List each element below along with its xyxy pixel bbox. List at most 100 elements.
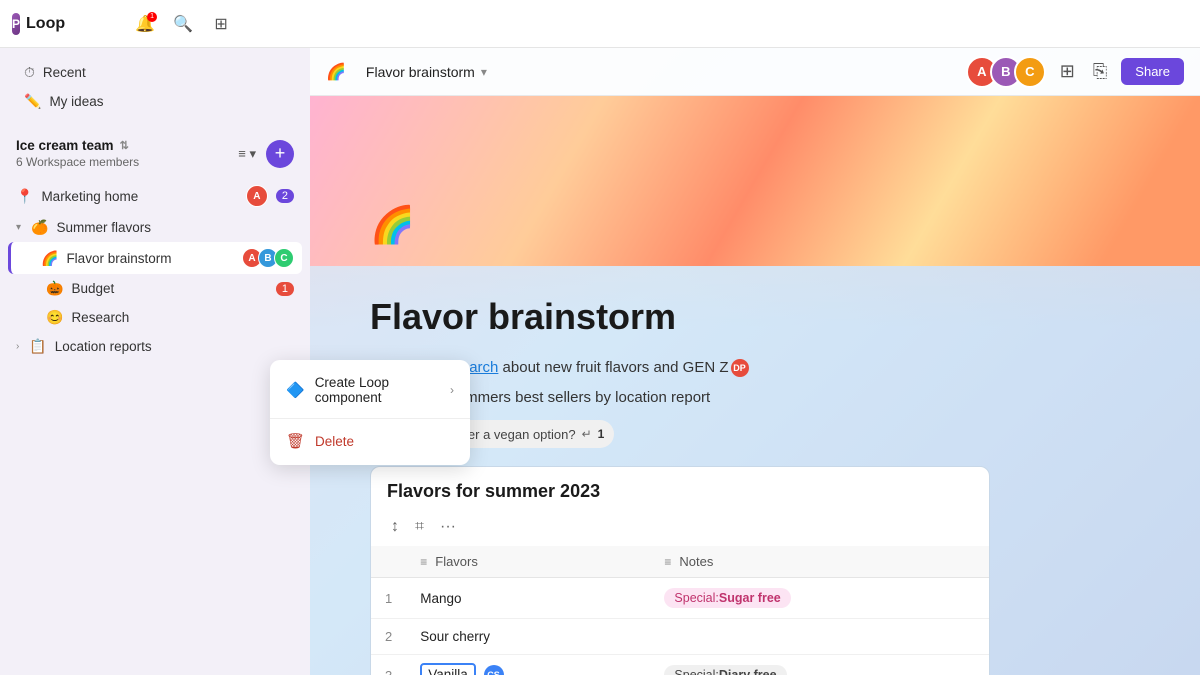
context-menu-divider	[270, 418, 310, 419]
location-reports-icon: 📋	[29, 338, 46, 355]
sidebar-item-location-reports[interactable]: › 📋 Location reports	[8, 332, 302, 361]
marketing-home-icon: 📍	[16, 188, 33, 205]
ideas-icon: ✏️	[24, 93, 41, 110]
flavor-brainstorm-label: Flavor brainstorm	[66, 251, 238, 266]
rainbow-favicon: 🌈	[326, 62, 346, 82]
doc-description-2: 2021, 2022 summers best sellers by locat…	[370, 386, 1140, 410]
workspace-section: Ice cream team ⇅ 6 Workspace members ≡ ▾…	[0, 126, 310, 175]
workspace-actions: ≡ ▾ +	[234, 140, 294, 168]
sidebar-item-summer-flavors[interactable]: ▾ 🍊 Summer flavors	[8, 213, 302, 242]
sort-btn[interactable]: ↕	[387, 516, 403, 538]
workspace-member-count: 6 Workspace members	[16, 155, 139, 169]
summer-flavors-icon: 🍊	[31, 219, 48, 236]
table-controls: ↕ ⌗ ···	[371, 516, 989, 546]
workspace-sort-icon: ⇅	[120, 139, 129, 152]
row-2-num: 2	[371, 619, 406, 655]
cs-avatar: CS	[484, 665, 504, 675]
row-2-note	[650, 619, 989, 655]
notification-badge: 1	[147, 12, 157, 22]
grid-icon[interactable]: ⊞	[207, 10, 235, 38]
row-1-note: Special: Sugar free	[650, 578, 989, 619]
app-name: Loop	[26, 15, 65, 33]
doc-content: Flavor brainstorm Marketing research abo…	[310, 266, 1200, 675]
sidebar-item-budget[interactable]: 🎃 Budget 1	[8, 274, 302, 303]
main-layout: ⏱ Recent ✏️ My ideas Ice cream team ⇅ 6 …	[0, 48, 1200, 675]
marketing-home-avatar: A	[246, 185, 268, 207]
budget-label: Budget	[71, 281, 267, 296]
sidebar-item-recent-label: Recent	[43, 65, 86, 80]
row-3-tag-value: Diary free	[719, 668, 777, 675]
workspace-header: Ice cream team ⇅ 6 Workspace members ≡ ▾…	[16, 138, 294, 169]
budget-badge: 1	[276, 282, 294, 296]
sidebar-item-research[interactable]: 😊 Research	[8, 303, 302, 332]
flavor-brainstorm-icon: 🌈	[41, 250, 58, 267]
doc-title-button[interactable]: Flavor brainstorm ▾	[358, 60, 495, 84]
table-header: Flavors for summer 2023	[371, 467, 989, 510]
col-notes-label: Notes	[679, 554, 713, 569]
table-header-row: ≡ Flavors ≡ Notes	[371, 546, 989, 578]
row-3-num: 3	[371, 655, 406, 675]
summer-flavors-arrow: ▾	[16, 222, 21, 233]
table-row: 2 Sour cherry	[371, 619, 989, 655]
row-3-note: Special: Diary free	[650, 655, 989, 675]
table-row: 3 Vanilla CS Special: Diary free	[371, 655, 989, 675]
sidebar-item-flavor-brainstorm[interactable]: 🌈 Flavor brainstorm A B C	[8, 242, 302, 274]
location-reports-label: Location reports	[55, 339, 294, 354]
doc-description-1: Marketing research about new fruit flavo…	[370, 356, 1140, 380]
flavors-col-icon: ≡	[420, 555, 427, 569]
sidebar-item-recent[interactable]: ⏱ Recent	[16, 58, 294, 87]
sidebar-item-ideas-label: My ideas	[49, 94, 103, 109]
context-menu-delete[interactable]: 🗑 Delete	[270, 423, 310, 459]
context-menu: 🔷 Create Loop component › 🗑 Delete	[270, 360, 310, 465]
col-flavors-label: Flavors	[435, 554, 478, 569]
notification-icon[interactable]: 🔔 1	[131, 10, 159, 38]
apps-icon-btn[interactable]: ⊞	[1056, 57, 1079, 86]
workspace-name-text: Ice cream team	[16, 138, 114, 153]
row-1-flavor[interactable]: Mango	[406, 578, 650, 619]
table-title: Flavors for summer 2023	[387, 481, 600, 502]
sidebar-item-marketing-home[interactable]: 📍 Marketing home A 2	[8, 179, 302, 213]
filter-icon: ⌗	[415, 518, 424, 535]
row-1-num: 1	[371, 578, 406, 619]
summer-flavors-label: Summer flavors	[56, 220, 294, 235]
vanilla-input[interactable]: Vanilla	[420, 663, 476, 675]
description1-text: about new fruit flavors and GEN Z	[498, 359, 728, 376]
copy-icon-btn[interactable]: ⎘	[1089, 57, 1111, 86]
sidebar-items: 📍 Marketing home A 2 ▾ 🍊 Summer flavors …	[0, 175, 310, 365]
sidebar-nav: ⏱ Recent ✏️ My ideas	[0, 48, 310, 126]
search-icon[interactable]: 🔍	[169, 10, 197, 38]
row-2-flavor[interactable]: Sour cherry	[406, 619, 650, 655]
logo-area: P Loop 🔔 1 🔍 ⊞	[12, 10, 232, 38]
workspace-add-btn[interactable]: +	[266, 140, 294, 168]
row-1-tag-special: Special:	[674, 591, 718, 605]
notes-col-icon: ≡	[664, 555, 671, 569]
header-avatar-group: A B C	[966, 56, 1046, 88]
dp-badge: DP	[731, 359, 749, 377]
col-notes: ≡ Notes	[650, 546, 989, 578]
context-menu-create-loop[interactable]: 🔷 Create Loop component ›	[270, 366, 310, 414]
row-1-tag: Special: Sugar free	[664, 588, 790, 608]
reply-count: 1	[598, 427, 605, 441]
create-loop-icon: 🔷	[286, 381, 305, 399]
sidebar-item-my-ideas[interactable]: ✏️ My ideas	[16, 87, 294, 116]
table-row: 1 Mango Special: Sugar free	[371, 578, 989, 619]
doc-title-text: Flavor brainstorm	[366, 64, 475, 80]
flavor-brainstorm-avatars: A B C	[246, 248, 294, 268]
recent-icon: ⏱	[24, 64, 35, 81]
sidebar: ⏱ Recent ✏️ My ideas Ice cream team ⇅ 6 …	[0, 48, 310, 675]
col-flavors: ≡ Flavors	[406, 546, 650, 578]
filter-btn[interactable]: ⌗	[411, 516, 428, 538]
share-button[interactable]: Share	[1121, 58, 1184, 85]
workspace-menu-btn[interactable]: ≡ ▾	[234, 142, 260, 166]
delete-icon: 🗑	[286, 432, 305, 450]
marketing-home-label: Marketing home	[41, 189, 241, 204]
doc-header-right: A B C ⊞ ⎘ Share	[966, 56, 1184, 88]
header-avatar-3: C	[1014, 56, 1046, 88]
research-icon: 😊	[46, 309, 63, 326]
row-1-tag-value: Sugar free	[719, 591, 781, 605]
doc-banner: 🌈	[310, 96, 1200, 266]
flavors-table: ≡ Flavors ≡ Notes	[371, 546, 989, 675]
more-btn[interactable]: ···	[436, 516, 460, 538]
row-3-flavor[interactable]: Vanilla CS	[406, 655, 650, 675]
avatar-3: C	[274, 248, 294, 268]
